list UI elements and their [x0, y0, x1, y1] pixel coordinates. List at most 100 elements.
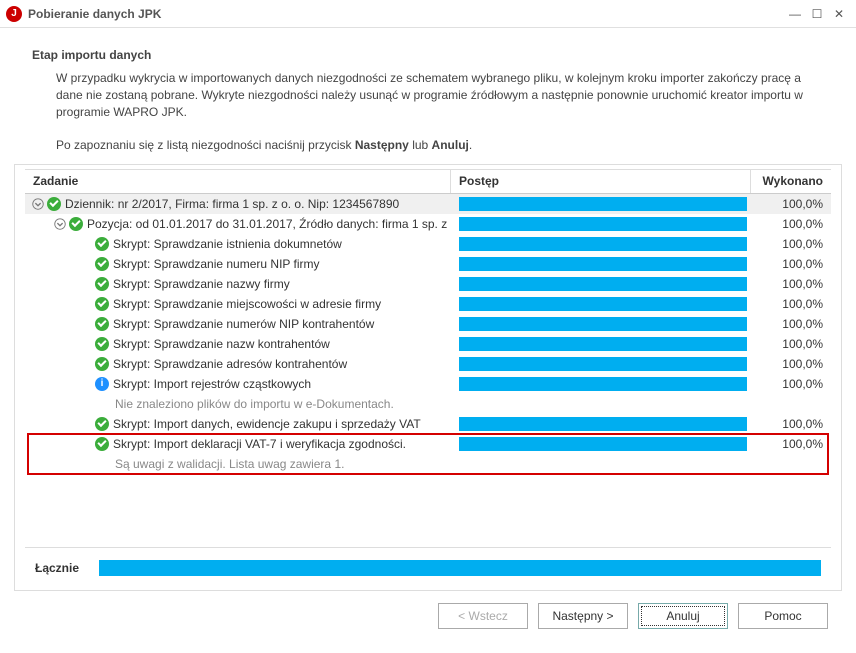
- progress-cell: [451, 277, 751, 291]
- table-row[interactable]: Skrypt: Import rejestrów cząstkowych 100,…: [25, 374, 831, 394]
- check-icon: [95, 437, 109, 451]
- table-body: Dziennik: nr 2/2017, Firma: firma 1 sp. …: [25, 194, 831, 547]
- back-button[interactable]: < Wstecz: [438, 603, 528, 629]
- progress-cell: [451, 237, 751, 251]
- check-icon: [95, 317, 109, 331]
- app-icon: J: [6, 6, 22, 22]
- progress-bar: [459, 357, 747, 371]
- maximize-button[interactable]: ☐: [806, 5, 828, 23]
- table-row[interactable]: Są uwagi z walidacji. Lista uwag zawiera…: [25, 454, 831, 474]
- col-progress-header[interactable]: Postęp: [451, 170, 751, 193]
- check-icon: [95, 257, 109, 271]
- table-row[interactable]: Nie znaleziono plików do importu w e-Dok…: [25, 394, 831, 414]
- total-progress-bar: [99, 560, 821, 576]
- done-cell: 100,0%: [751, 297, 831, 311]
- progress-bar: [459, 217, 747, 231]
- task-label: Skrypt: Sprawdzanie istnienia dokumnetów: [113, 237, 342, 251]
- task-cell: Skrypt: Sprawdzanie miejscowości w adres…: [25, 297, 451, 311]
- table-header: Zadanie Postęp Wykonano: [25, 170, 831, 194]
- task-cell: Są uwagi z walidacji. Lista uwag zawiera…: [25, 457, 451, 471]
- progress-cell: [451, 417, 751, 431]
- stage-instruction-or: lub: [409, 138, 432, 152]
- task-label: Skrypt: Sprawdzanie nazw kontrahentów: [113, 337, 330, 351]
- task-cell: Pozycja: od 01.01.2017 do 31.01.2017, Źr…: [25, 217, 451, 231]
- progress-cell: [451, 437, 751, 451]
- progress-bar: [459, 237, 747, 251]
- task-label: Dziennik: nr 2/2017, Firma: firma 1 sp. …: [65, 197, 399, 211]
- tasks-table: Zadanie Postęp Wykonano Dziennik: nr 2/2…: [25, 169, 831, 548]
- task-label: Nie znaleziono plików do importu w e-Dok…: [115, 397, 394, 411]
- task-cell: Skrypt: Import deklaracji VAT-7 i weryfi…: [25, 437, 451, 451]
- stage-description: W przypadku wykrycia w importowanych dan…: [14, 70, 842, 164]
- col-task-header[interactable]: Zadanie: [25, 170, 451, 193]
- table-row[interactable]: Skrypt: Sprawdzanie numeru NIP firmy 100,…: [25, 254, 831, 274]
- progress-bar: [459, 437, 747, 451]
- window: J Pobieranie danych JPK — ☐ ✕ Etap impor…: [0, 0, 856, 653]
- check-icon: [95, 337, 109, 351]
- progress-bar: [459, 197, 747, 211]
- progress-bar: [459, 417, 747, 431]
- task-label: Skrypt: Import rejestrów cząstkowych: [113, 377, 311, 391]
- titlebar: J Pobieranie danych JPK — ☐ ✕: [0, 0, 856, 28]
- done-cell: 100,0%: [751, 317, 831, 331]
- task-label: Skrypt: Sprawdzanie nazwy firmy: [113, 277, 290, 291]
- done-cell: 100,0%: [751, 437, 831, 451]
- window-title: Pobieranie danych JPK: [28, 7, 784, 21]
- done-cell: 100,0%: [751, 357, 831, 371]
- task-label: Skrypt: Import danych, ewidencje zakupu …: [113, 417, 421, 431]
- table-row[interactable]: Skrypt: Sprawdzanie miejscowości w adres…: [25, 294, 831, 314]
- done-cell: 100,0%: [751, 417, 831, 431]
- close-button[interactable]: ✕: [828, 5, 850, 23]
- check-icon: [95, 297, 109, 311]
- content: Etap importu danych W przypadku wykrycia…: [0, 28, 856, 653]
- done-cell: 100,0%: [751, 257, 831, 271]
- progress-cell: [451, 337, 751, 351]
- stage-instruction-prefix: Po zapoznaniu się z listą niezgodności n…: [56, 138, 355, 152]
- table-row[interactable]: Skrypt: Sprawdzanie nazw kontrahentów100…: [25, 334, 831, 354]
- check-icon: [95, 417, 109, 431]
- task-cell: Skrypt: Sprawdzanie adresów kontrahentów: [25, 357, 451, 371]
- table-row[interactable]: Dziennik: nr 2/2017, Firma: firma 1 sp. …: [25, 194, 831, 214]
- table-row[interactable]: Skrypt: Sprawdzanie nazwy firmy 100,0%: [25, 274, 831, 294]
- table-row[interactable]: Skrypt: Sprawdzanie adresów kontrahentów…: [25, 354, 831, 374]
- progress-cell: [451, 377, 751, 391]
- next-button[interactable]: Następny >: [538, 603, 628, 629]
- check-icon: [95, 237, 109, 251]
- table-row[interactable]: Pozycja: od 01.01.2017 do 31.01.2017, Źr…: [25, 214, 831, 234]
- check-icon: [69, 217, 83, 231]
- progress-bar: [459, 277, 747, 291]
- help-button[interactable]: Pomoc: [738, 603, 828, 629]
- task-cell: Skrypt: Sprawdzanie numerów NIP kontrahe…: [25, 317, 451, 331]
- task-label: Skrypt: Import deklaracji VAT-7 i weryfi…: [113, 437, 406, 451]
- collapse-icon[interactable]: [31, 197, 45, 211]
- collapse-icon[interactable]: [53, 217, 67, 231]
- done-cell: 100,0%: [751, 197, 831, 211]
- check-icon: [95, 277, 109, 291]
- check-icon: [47, 197, 61, 211]
- total-label: Łącznie: [35, 561, 95, 575]
- table-row[interactable]: Skrypt: Sprawdzanie istnienia dokumnetów…: [25, 234, 831, 254]
- check-icon: [95, 357, 109, 371]
- task-cell: Nie znaleziono plików do importu w e-Dok…: [25, 397, 451, 411]
- task-cell: Skrypt: Import rejestrów cząstkowych: [25, 377, 451, 391]
- task-cell: Skrypt: Sprawdzanie nazw kontrahentów: [25, 337, 451, 351]
- task-label: Pozycja: od 01.01.2017 do 31.01.2017, Źr…: [87, 217, 451, 231]
- progress-bar: [459, 337, 747, 351]
- progress-bar: [459, 257, 747, 271]
- cancel-button[interactable]: Anuluj: [638, 603, 728, 629]
- progress-bar: [459, 377, 747, 391]
- progress-cell: [451, 297, 751, 311]
- done-cell: 100,0%: [751, 277, 831, 291]
- task-label: Skrypt: Sprawdzanie numerów NIP kontrahe…: [113, 317, 374, 331]
- minimize-button[interactable]: —: [784, 5, 806, 23]
- task-cell: Skrypt: Import danych, ewidencje zakupu …: [25, 417, 451, 431]
- table-row[interactable]: Skrypt: Import deklaracji VAT-7 i weryfi…: [25, 434, 831, 454]
- done-cell: 100,0%: [751, 377, 831, 391]
- progress-cell: [451, 317, 751, 331]
- table-row[interactable]: Skrypt: Import danych, ewidencje zakupu …: [25, 414, 831, 434]
- col-done-header[interactable]: Wykonano: [751, 170, 831, 193]
- table-row[interactable]: Skrypt: Sprawdzanie numerów NIP kontrahe…: [25, 314, 831, 334]
- task-label: Skrypt: Sprawdzanie numeru NIP firmy: [113, 257, 320, 271]
- stage-instruction-cancel: Anuluj: [432, 138, 469, 152]
- task-cell: Skrypt: Sprawdzanie istnienia dokumnetów: [25, 237, 451, 251]
